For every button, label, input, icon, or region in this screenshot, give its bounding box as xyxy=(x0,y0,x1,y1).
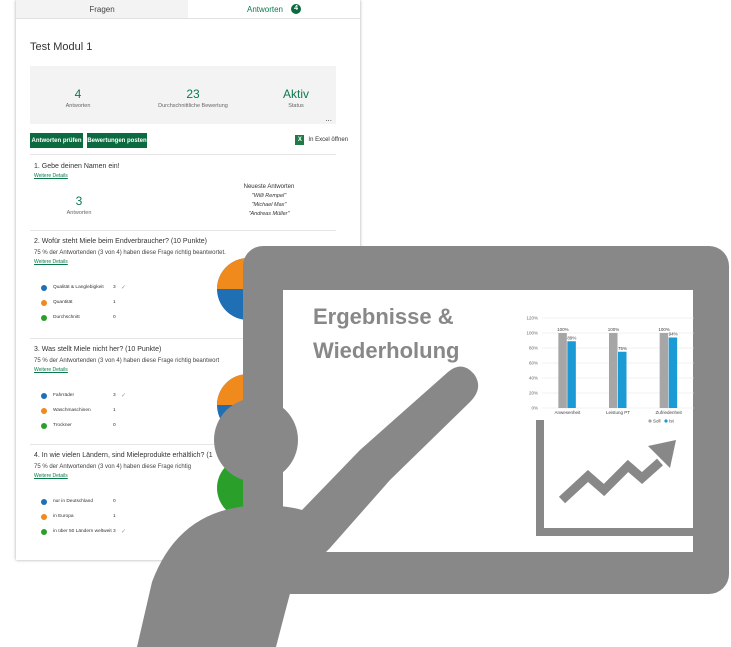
y-tick-label: 100% xyxy=(526,331,538,336)
presenter-head xyxy=(214,398,298,482)
data-label: 94% xyxy=(669,332,678,337)
board-title-line2: Wiederholung xyxy=(313,338,459,363)
bar-soll xyxy=(558,333,567,408)
legend-marker xyxy=(664,419,668,423)
bar-soll xyxy=(659,333,669,408)
data-label: 100% xyxy=(608,327,620,332)
data-label: 100% xyxy=(557,327,569,332)
y-tick-label: 0% xyxy=(531,406,538,411)
y-tick-label: 60% xyxy=(529,361,538,366)
y-tick-label: 40% xyxy=(529,376,538,381)
y-tick-label: 20% xyxy=(529,391,538,396)
x-tick-label: Anwesenheit xyxy=(554,410,581,415)
y-tick-label: 120% xyxy=(526,316,538,321)
presenter-illustration: Ergebnisse & Wiederholung 0% 20% 40% 60% 80%… xyxy=(137,246,729,647)
data-label: 89% xyxy=(567,335,576,340)
data-label: 75% xyxy=(618,346,627,351)
x-tick-label: Leistung PT xyxy=(606,410,630,415)
legend-marker xyxy=(648,419,652,423)
x-tick-label: Zufriedenheit xyxy=(656,410,683,415)
bar-soll xyxy=(609,333,618,408)
bar-ist xyxy=(618,351,627,408)
bar-ist xyxy=(567,341,576,408)
legend-label: Soll xyxy=(653,419,661,424)
board-title-line1: Ergebnisse & xyxy=(313,304,454,329)
y-tick-label: 80% xyxy=(529,346,538,351)
bar-ist xyxy=(668,337,678,408)
legend-label: Ist xyxy=(669,419,675,424)
